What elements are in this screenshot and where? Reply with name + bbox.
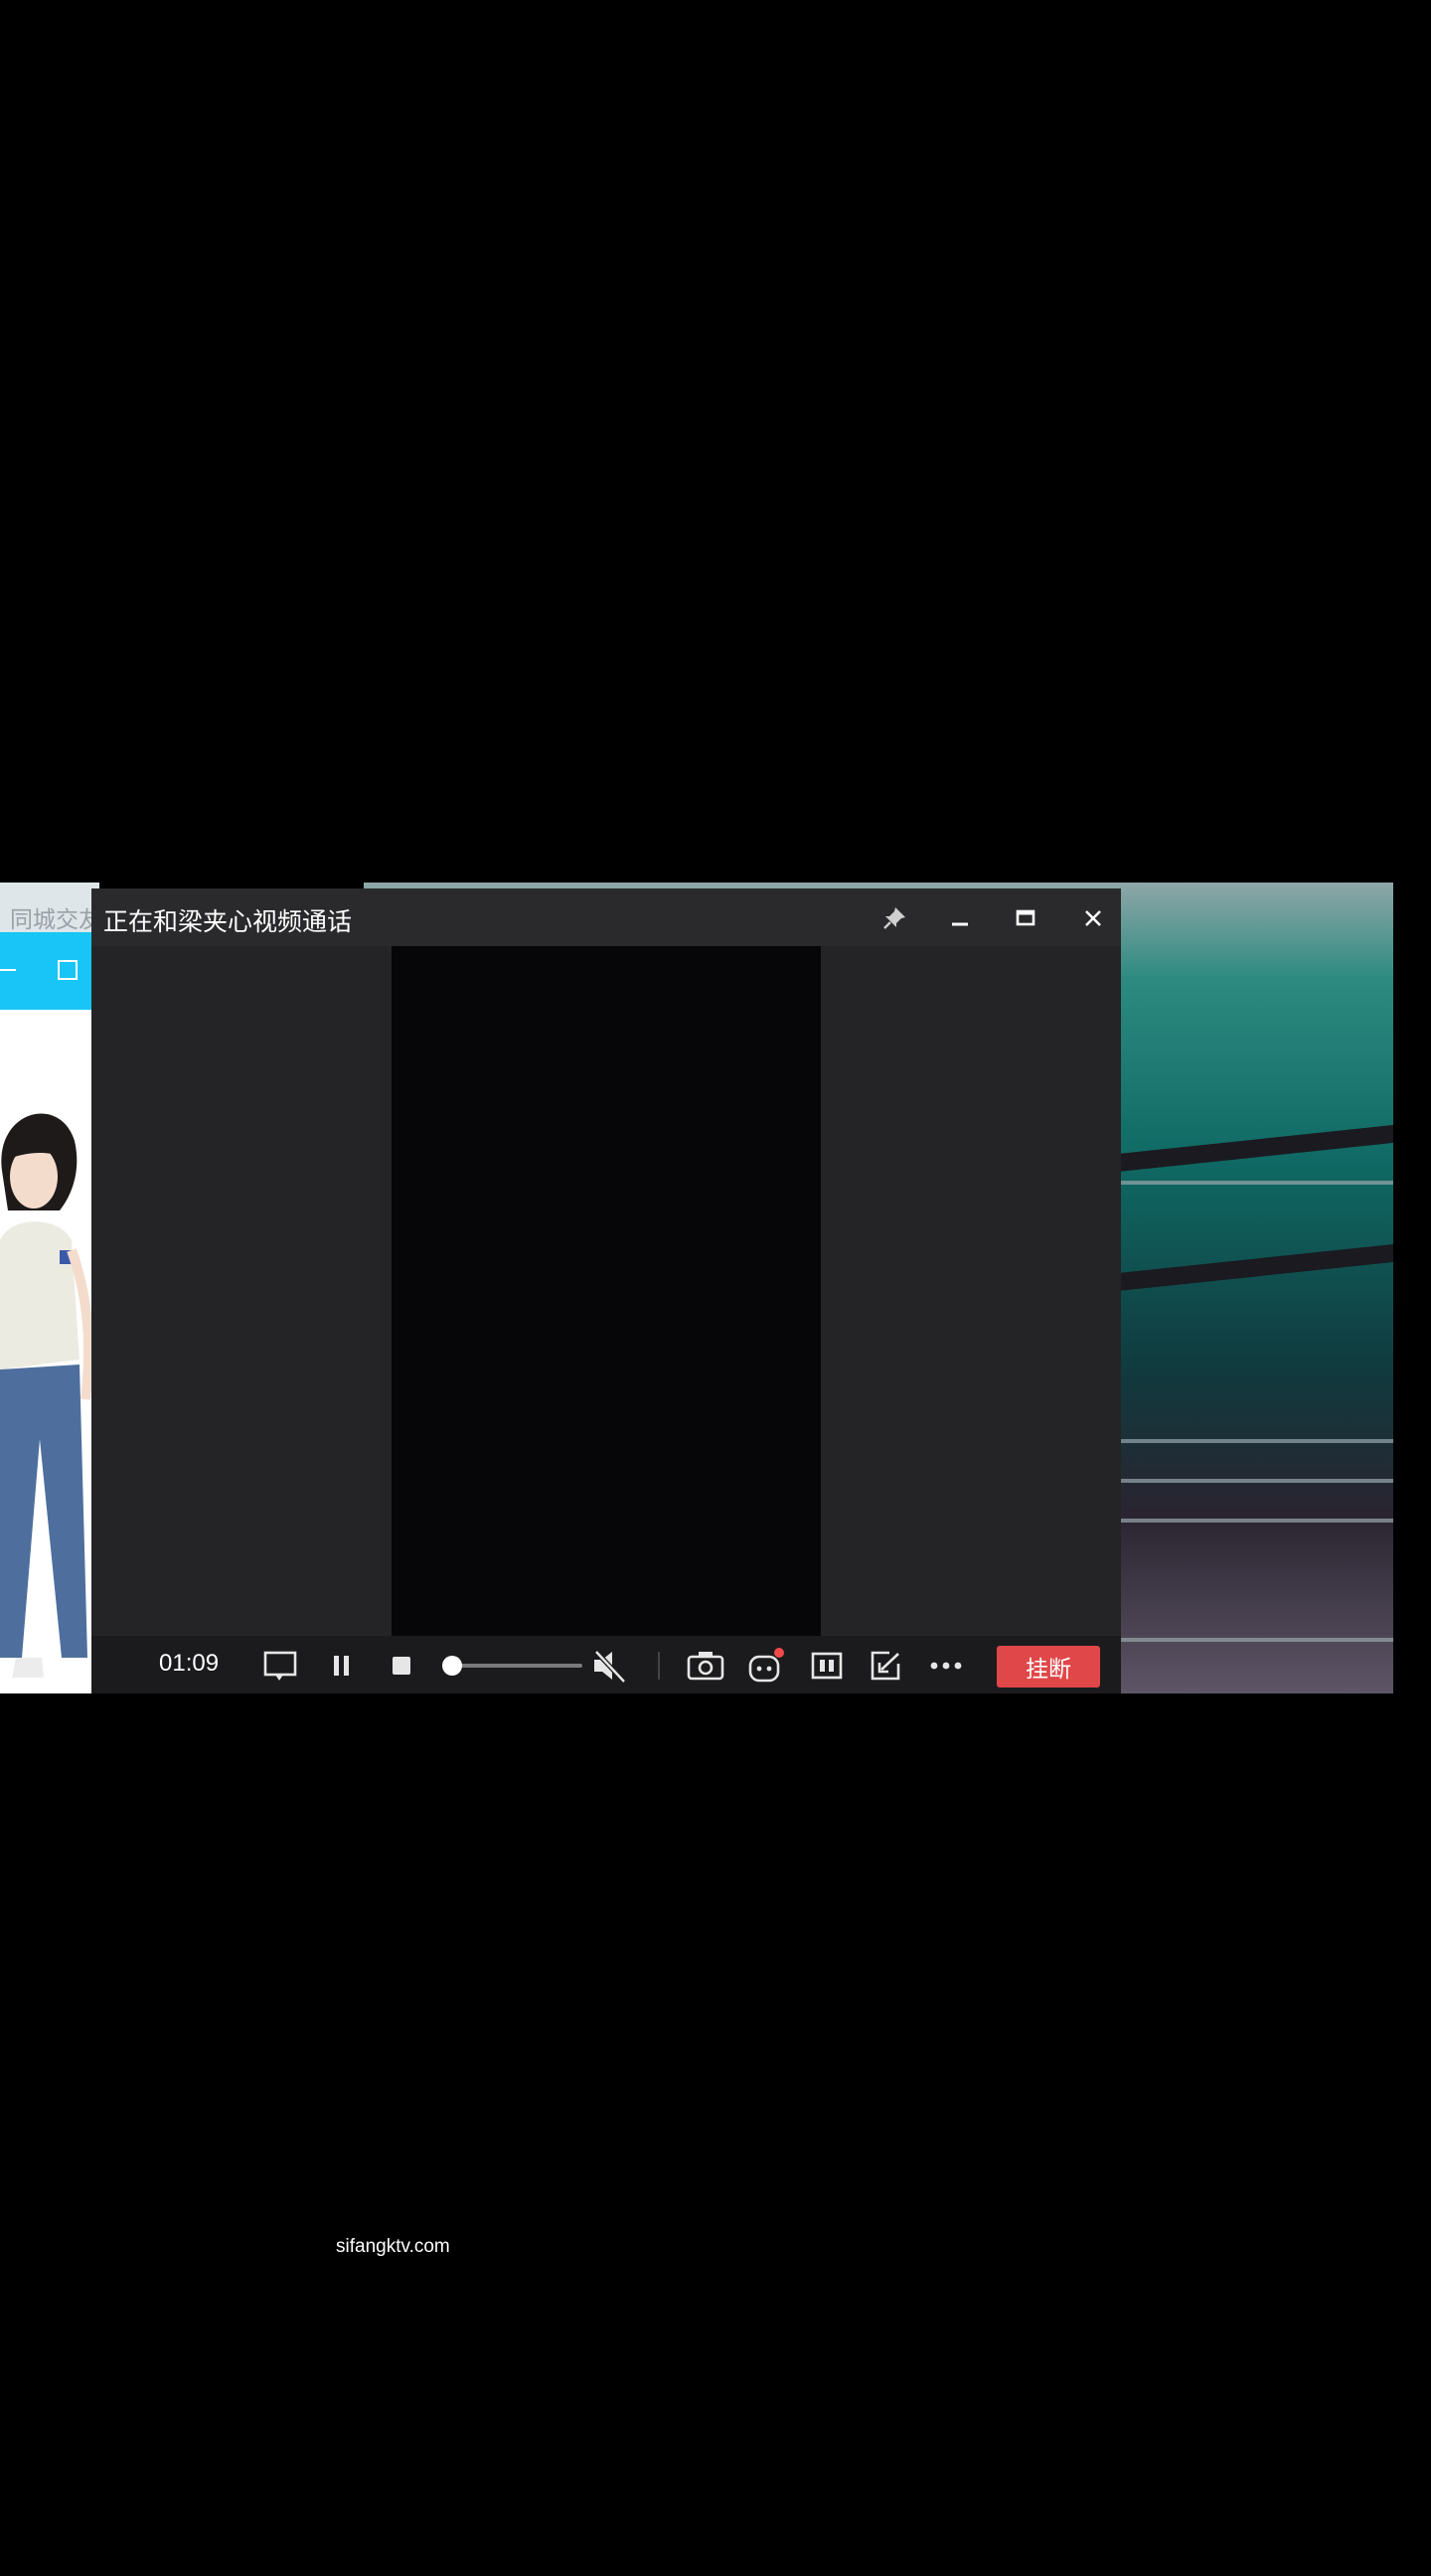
speaker-muted-icon[interactable]	[590, 1646, 630, 1686]
close-icon[interactable]	[1071, 896, 1115, 940]
background-track	[1089, 1124, 1393, 1176]
maximize-icon[interactable]	[1004, 896, 1047, 940]
call-timer: 01:09	[159, 1650, 220, 1677]
call-controls-bar: 01:09 挂断	[91, 1636, 1121, 1693]
minimize-icon[interactable]	[938, 896, 982, 940]
hangup-button[interactable]: 挂断	[997, 1646, 1100, 1688]
background-app-title: 同城交友	[10, 906, 101, 932]
background-rail	[1099, 1638, 1393, 1642]
call-titlebar[interactable]: 正在和梁夹心视频通话	[91, 888, 1121, 946]
background-rail	[1099, 1181, 1393, 1185]
share-screen-icon[interactable]	[867, 1646, 906, 1686]
background-rail	[1099, 1439, 1393, 1443]
chat-bubble-icon[interactable]	[260, 1646, 300, 1686]
call-window-title: 正在和梁夹心视频通话	[103, 908, 353, 936]
video-call-window: 正在和梁夹心视频通话 01:09 挂断	[91, 888, 1121, 1693]
background-rail	[1099, 1479, 1393, 1483]
background-track	[1089, 1243, 1393, 1295]
minimize-icon[interactable]	[0, 950, 26, 990]
more-icon[interactable]	[926, 1646, 966, 1686]
camera-icon[interactable]	[686, 1646, 725, 1686]
remote-video-feed[interactable]	[392, 946, 821, 1636]
pause-icon[interactable]	[322, 1646, 362, 1686]
split-screen-icon[interactable]	[807, 1646, 847, 1686]
volume-slider-track[interactable]	[447, 1664, 582, 1668]
pin-icon[interactable]	[873, 896, 916, 940]
maximize-icon[interactable]	[48, 950, 87, 990]
controls-divider	[658, 1652, 660, 1680]
volume-slider-handle[interactable]	[442, 1656, 463, 1676]
avatar-effects-icon[interactable]	[745, 1646, 785, 1686]
stop-icon[interactable]	[382, 1646, 421, 1686]
watermark-text: sifangktv.com	[336, 2236, 450, 2257]
background-rail	[1099, 1519, 1393, 1523]
video-area	[91, 946, 1121, 1636]
